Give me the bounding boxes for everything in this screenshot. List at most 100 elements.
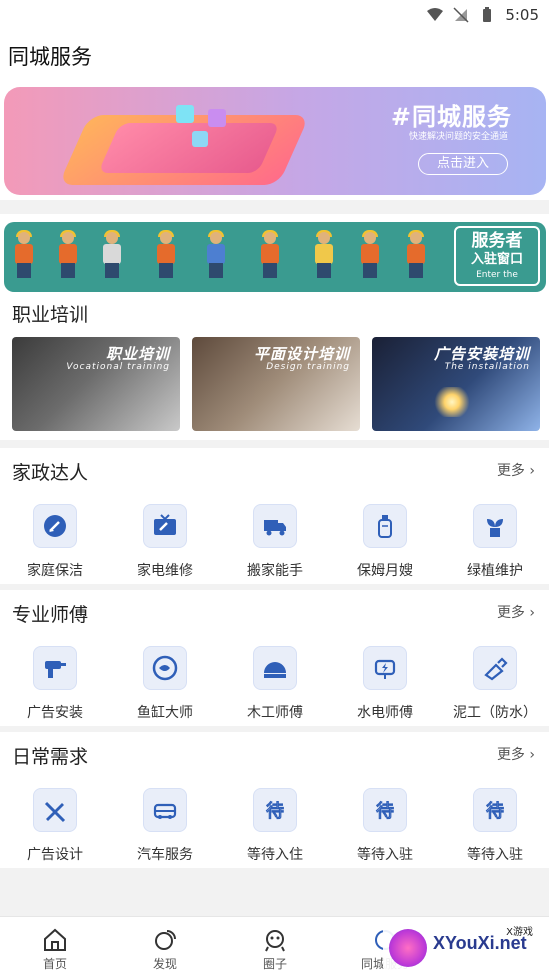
service-grid: 家庭保洁 家电维修 搬家能手 保姆月嫂 绿植维护 <box>0 504 549 594</box>
service-item-plant-care[interactable]: 绿植维护 <box>445 504 545 594</box>
status-time: 5:05 <box>505 6 539 24</box>
service-item-waiting[interactable]: 待 等待入驻 <box>335 788 435 878</box>
enter-line2: 入驻窗口 <box>470 252 523 267</box>
more-link[interactable]: 更多 › <box>497 744 535 764</box>
worker-illustration <box>154 230 178 278</box>
cube-illustration <box>176 105 194 123</box>
signal-icon <box>453 7 469 23</box>
cube-illustration <box>192 131 208 147</box>
page-title: 同城服务 <box>8 45 92 69</box>
discover-icon <box>155 930 176 950</box>
service-item-nanny[interactable]: 保姆月嫂 <box>335 504 435 594</box>
drill-icon <box>33 646 77 690</box>
section-professionals: 专业师傅 更多 › 广告安装 鱼缸大师 木工师傅 水电师傅 泥工（防水） <box>0 590 549 726</box>
hero-banner-container: #同城服务 快速解决问题的安全通道 点击进入 <box>0 82 549 200</box>
nav-label: 圈子 <box>262 957 287 971</box>
nav-label: 首页 <box>42 957 67 971</box>
service-item-carpenter[interactable]: 木工师傅 <box>225 646 325 736</box>
service-label: 泥工（防水） <box>453 705 537 721</box>
hero-cta-button[interactable]: 点击进入 <box>418 153 508 175</box>
trowel-icon <box>473 646 517 690</box>
divider <box>0 200 549 214</box>
service-item-electrician[interactable]: 水电师傅 <box>335 646 435 736</box>
service-label: 汽车服务 <box>137 847 193 863</box>
chevron-right-icon: › <box>524 605 535 621</box>
service-item-cleaning[interactable]: 家庭保洁 <box>5 504 105 594</box>
more-label: 更多 <box>496 463 525 479</box>
service-label: 广告设计 <box>27 847 83 863</box>
more-label: 更多 <box>496 747 525 763</box>
plug-icon <box>363 646 407 690</box>
service-label: 鱼缸大师 <box>137 705 193 721</box>
service-item-moving[interactable]: 搬家能手 <box>225 504 325 594</box>
saw-icon <box>253 646 297 690</box>
service-label: 等待入驻 <box>357 847 413 863</box>
watermark-text: XYouXi.net <box>433 933 527 953</box>
worker-illustration <box>258 230 282 278</box>
hero-banner[interactable]: #同城服务 快速解决问题的安全通道 点击进入 <box>4 87 546 195</box>
section-housekeeping: 家政达人 更多 › 家庭保洁 家电维修 搬家能手 保姆月嫂 绿植维护 <box>0 448 549 584</box>
training-card-installation[interactable]: 广告安装培训 The installation <box>372 337 540 431</box>
training-card-title: 广告安装培训 <box>433 345 530 363</box>
service-label: 广告安装 <box>27 705 83 721</box>
wait-icon: 待 <box>363 788 407 832</box>
nav-item-discover[interactable]: 发现 <box>110 923 220 973</box>
broom-icon <box>33 504 77 548</box>
nav-item-community[interactable]: 圈子 <box>220 923 330 973</box>
truck-icon <box>253 504 297 548</box>
nav-label: 发现 <box>152 957 177 971</box>
training-cards: 职业培训 Vocational training 平面设计培训 Design t… <box>0 337 549 431</box>
service-item-appliance-repair[interactable]: 家电维修 <box>115 504 215 594</box>
tv-repair-icon <box>143 504 187 548</box>
service-item-mason[interactable]: 泥工（防水） <box>445 646 545 736</box>
service-item-waiting[interactable]: 待 等待入驻 <box>445 788 545 878</box>
worker-illustration <box>404 230 428 278</box>
more-link[interactable]: 更多 › <box>497 602 535 622</box>
wait-icon: 待 <box>473 788 517 832</box>
watermark-logo-icon <box>389 929 427 967</box>
enter-line3: Enter the <box>476 270 518 280</box>
bottom-nav: 首页 发现 圈子 同城服务 X游戏 XYouXi.net <box>0 916 549 977</box>
community-icon <box>265 930 285 952</box>
chevron-right-icon: › <box>524 463 535 479</box>
worker-illustration <box>56 230 80 278</box>
service-item-ad-design[interactable]: 广告设计 <box>5 788 105 878</box>
design-tools-icon <box>33 788 77 832</box>
service-label: 家庭保洁 <box>27 563 83 579</box>
worker-enter-banner[interactable]: 服务者 入驻窗口 Enter the <box>4 222 546 292</box>
chevron-right-icon: › <box>524 747 535 763</box>
bottle-icon <box>363 504 407 548</box>
more-label: 更多 <box>496 605 525 621</box>
service-label: 等待入住 <box>247 847 303 863</box>
service-item-ad-install[interactable]: 广告安装 <box>5 646 105 736</box>
service-item-fish-tank[interactable]: 鱼缸大师 <box>115 646 215 736</box>
wait-icon: 待 <box>253 788 297 832</box>
worker-illustration <box>100 230 124 278</box>
service-label: 水电师傅 <box>357 705 413 721</box>
service-item-car-service[interactable]: 汽车服务 <box>115 788 215 878</box>
worker-illustration <box>12 230 36 278</box>
svg-text:待: 待 <box>376 801 394 822</box>
service-label: 家电维修 <box>137 563 193 579</box>
worker-illustration <box>358 230 382 278</box>
cube-illustration <box>208 109 226 127</box>
enter-line1: 服务者 <box>471 231 523 251</box>
service-label: 等待入驻 <box>467 847 523 863</box>
service-label: 保姆月嫂 <box>357 563 413 579</box>
hero-title: #同城服务 <box>390 103 512 131</box>
service-grid: 广告设计 汽车服务 待 等待入住 待 等待入驻 待 等待入驻 <box>0 788 549 878</box>
home-icon <box>44 928 66 951</box>
svg-text:待: 待 <box>266 801 284 822</box>
more-link[interactable]: 更多 › <box>497 460 535 480</box>
nav-item-home[interactable]: 首页 <box>0 923 110 973</box>
car-icon <box>143 788 187 832</box>
svg-text:待: 待 <box>486 801 504 822</box>
service-label: 绿植维护 <box>467 563 523 579</box>
enter-window-button[interactable]: 服务者 入驻窗口 Enter the <box>454 226 540 286</box>
fish-tank-icon <box>143 646 187 690</box>
worker-illustration <box>312 230 336 278</box>
section-daily-needs: 日常需求 更多 › 广告设计 汽车服务 待 等待入住 待 等待入驻 待 等待入驻 <box>0 732 549 868</box>
service-item-waiting[interactable]: 待 等待入住 <box>225 788 325 878</box>
training-card-vocational[interactable]: 职业培训 Vocational training <box>12 337 180 431</box>
training-card-design[interactable]: 平面设计培训 Design training <box>192 337 360 431</box>
